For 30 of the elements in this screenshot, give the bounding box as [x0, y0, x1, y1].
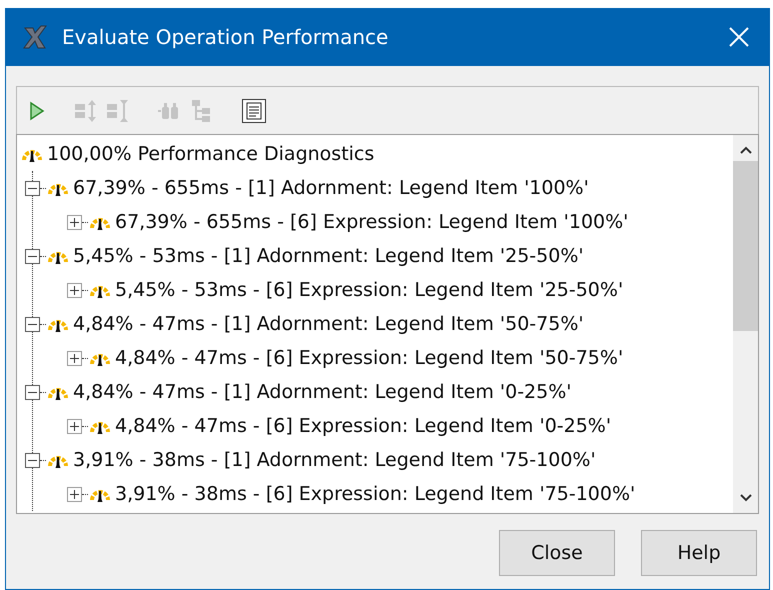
collapse-box-icon[interactable]	[25, 316, 40, 332]
tree-item[interactable]: 5,45% - 53ms - [6] Expression: Legend Item '25-50%'	[115, 279, 624, 301]
app-logo-icon	[22, 24, 48, 50]
close-icon[interactable]	[728, 26, 750, 48]
tree-item[interactable]: 4,84% - 47ms - [1] Adornment: Legend Item '50-75%'	[73, 313, 584, 335]
tree-item[interactable]: 4,84% - 47ms - [6] Expression: Legend Item '50-75%'	[115, 347, 624, 369]
tree-item[interactable]: 3,91% - 38ms - [1] Adornment: Legend Item '75-100%'	[73, 449, 596, 471]
expand-box-icon[interactable]	[67, 214, 82, 230]
vertical-scrollbar[interactable]	[733, 135, 758, 513]
dialog-button[interactable]: Help	[641, 530, 757, 576]
expand-box-icon[interactable]	[67, 282, 82, 298]
tree-item[interactable]: 67,39% - 655ms - [1] Adornment: Legend Item '100%'	[73, 177, 589, 199]
tree-item[interactable]: 4,84% - 47ms - [1] Adornment: Legend Item '0-25%'	[73, 381, 572, 403]
tree-item[interactable]: 5,45% - 53ms - [1] Adornment: Legend Item '25-50%'	[73, 245, 584, 267]
collapse-box-icon[interactable]	[25, 452, 40, 468]
window-title: Evaluate Operation Performance	[62, 25, 390, 49]
tree-item[interactable]: 4,84% - 47ms - [6] Expression: Legend Item '0-25%'	[115, 415, 612, 437]
collapse-box-icon[interactable]	[25, 180, 40, 196]
tree-item[interactable]: 67,39% - 655ms - [6] Expression: Legend Item '100%'	[115, 211, 628, 233]
expand-box-icon[interactable]	[67, 486, 82, 502]
expand-box-icon[interactable]	[67, 350, 82, 366]
scroll-down-icon[interactable]	[738, 493, 752, 503]
dialog-button[interactable]: Close	[499, 530, 615, 576]
collapse-box-icon[interactable]	[25, 248, 40, 264]
scrollbar-thumb[interactable]	[733, 161, 758, 331]
expand-box-icon[interactable]	[67, 418, 82, 434]
collapse-box-icon[interactable]	[25, 384, 40, 400]
tree-item[interactable]: 100,00% Performance Diagnostics	[47, 143, 374, 165]
scroll-up-icon[interactable]	[738, 145, 752, 155]
tree-item[interactable]: 3,91% - 38ms - [6] Expression: Legend Item '75-100%'	[115, 483, 636, 505]
